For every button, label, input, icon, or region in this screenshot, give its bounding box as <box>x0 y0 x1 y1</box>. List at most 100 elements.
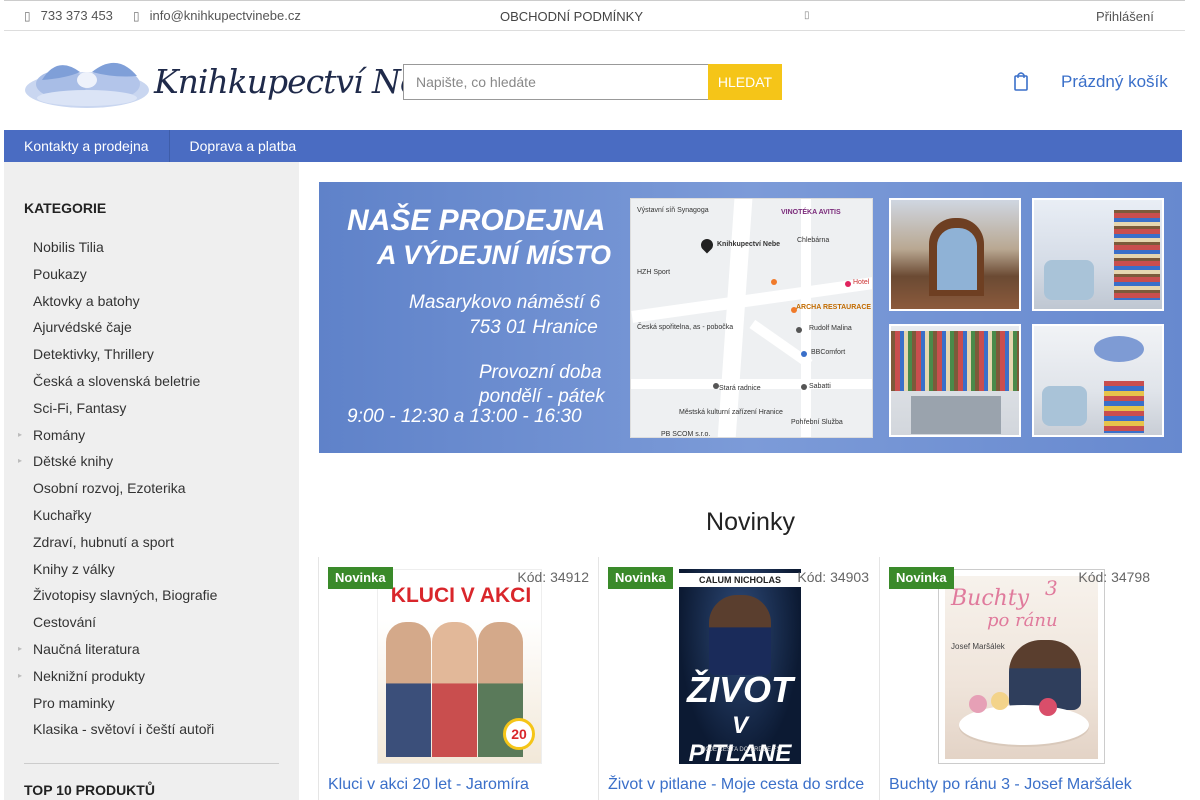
search-button[interactable]: HLEDAT <box>708 64 782 100</box>
map-label-synagoga: Výstavní síň Synagoga <box>637 207 709 214</box>
category-label: Dětské knihy <box>33 453 114 470</box>
email-contact[interactable]: ▯ info@knihkupectvinebe.cz <box>133 8 301 23</box>
category-label: Nobilis Tilia <box>33 239 104 255</box>
cover-title: ŽIVOT <box>687 669 793 710</box>
category-label: Detektivky, Thrillery <box>33 346 154 363</box>
product-cover[interactable]: Buchty 3 po ránu Josef Maršálek <box>938 569 1105 764</box>
cover-tagline: MOJE CESTA DO SRDCE F1 <box>700 747 780 753</box>
store-photo-interior-1 <box>1032 198 1164 311</box>
category-item[interactable]: Klasika - světoví i čeští autoři <box>4 716 299 743</box>
category-label: Klasika - světoví i čeští autoři <box>33 721 215 738</box>
map-label-hzh: HZH Sport <box>637 269 671 276</box>
banner-address-2: 753 01 Hranice <box>469 317 598 338</box>
expand-arrow-icon[interactable]: ▸ <box>18 422 22 448</box>
cart-icon[interactable] <box>1012 70 1030 92</box>
category-label: Osobní rozvoj, Ezoterika <box>33 480 186 497</box>
map-label-radnice: Stará radnice <box>719 385 761 392</box>
cover-title: Buchty <box>951 586 1030 611</box>
map-label-mkz: Městská kulturní zařízení Hranice <box>679 409 783 416</box>
category-label: Naučná literatura <box>33 640 140 657</box>
cart-label[interactable]: Prázdný košík <box>1061 72 1168 92</box>
mail-icon: ▯ <box>133 8 140 23</box>
category-item[interactable]: ▸ Neknižní produkty <box>4 663 299 690</box>
category-item[interactable]: Detektivky, Thrillery <box>4 341 299 368</box>
banner-title-2: A VÝDEJNÍ MÍSTO <box>377 240 612 270</box>
category-label: Neknižní produkty <box>33 667 146 684</box>
terms-link[interactable]: OBCHODNÍ PODMÍNKY <box>500 9 643 24</box>
phone-icon: ▯ <box>24 8 31 23</box>
product-code: Kód: 34903 <box>797 569 869 585</box>
product-card[interactable]: CALUM NICHOLAS ŽIVOT V PITLANE MOJE CEST… <box>598 557 879 800</box>
banner-hours-2: pondělí - pátek <box>479 386 605 407</box>
top10-heading: TOP 10 PRODUKTŮ <box>24 782 155 798</box>
category-item[interactable]: Životopisy slavných, Biografie <box>4 582 299 609</box>
category-item[interactable]: ▸ Romány <box>4 422 299 449</box>
sidebar-divider <box>24 763 279 764</box>
store-map: Knihkupectví Nebe Výstavní síň Synagoga … <box>630 198 873 438</box>
login-link[interactable]: Přihlášení <box>1096 9 1154 24</box>
email-address: info@knihkupectvinebe.cz <box>149 8 301 23</box>
store-banner[interactable]: NAŠE PRODEJNA A VÝDEJNÍ MÍSTO Masarykovo… <box>319 182 1182 453</box>
store-photo-interior-3 <box>1032 324 1164 437</box>
category-item[interactable]: Sci-Fi, Fantasy <box>4 395 299 422</box>
banner-title-1: NAŠE PRODEJNA <box>347 204 606 237</box>
map-label-bbcomfort: BBComfort <box>811 349 846 356</box>
categories-heading: KATEGORIE <box>24 200 107 216</box>
category-item[interactable]: ▸ Dětské knihy <box>4 448 299 475</box>
product-title[interactable]: Život v pitlane - Moje cesta do srdce <box>608 776 864 794</box>
category-item[interactable]: ▸ Naučná literatura <box>4 636 299 663</box>
language-icon[interactable]: ▯ <box>804 10 810 21</box>
product-cover[interactable]: CALUM NICHOLAS ŽIVOT V PITLANE MOJE CEST… <box>679 569 801 764</box>
phone-number: 733 373 453 <box>40 8 113 23</box>
cover-number: 3 <box>1045 576 1058 600</box>
map-label-pohrebni: Pohřební Služba <box>791 419 843 426</box>
category-label: Pro maminky <box>33 694 115 711</box>
category-item[interactable]: Ajurvédské čaje <box>4 314 299 341</box>
cover-title: KLUCI V AKCI <box>390 584 532 607</box>
banner-address-1: Masarykovo náměstí 6 <box>409 292 601 313</box>
category-item[interactable]: Česká a slovenská beletrie <box>4 368 299 395</box>
map-label-store: Knihkupectví Nebe <box>717 241 781 248</box>
category-label: Sci-Fi, Fantasy <box>33 399 127 416</box>
map-label-chlebarna: Chlebárna <box>797 237 830 244</box>
category-item[interactable]: Knihy z války <box>4 556 299 583</box>
logo[interactable]: Knihkupectví Nebe <box>22 50 458 110</box>
map-label-pbscom: PB SCOM s.r.o. <box>661 431 711 438</box>
novinky-heading: Novinky <box>706 508 795 536</box>
category-item[interactable]: Aktovky a batohy <box>4 288 299 315</box>
category-item[interactable]: Nobilis Tilia <box>4 234 299 261</box>
category-item[interactable]: Kuchařky <box>4 502 299 529</box>
product-code: Kód: 34912 <box>517 569 589 585</box>
category-label: Životopisy slavných, Biografie <box>33 587 218 604</box>
expand-arrow-icon[interactable]: ▸ <box>18 448 22 474</box>
product-card[interactable]: Buchty 3 po ránu Josef Maršálek Novinka … <box>879 557 1160 800</box>
banner-hours-3: 9:00 - 12:30 a 13:00 - 16:30 <box>347 406 582 427</box>
category-item[interactable]: Osobní rozvoj, Ezoterika <box>4 475 299 502</box>
category-item[interactable]: Pro maminky <box>4 690 299 717</box>
category-label: Ajurvédské čaje <box>33 319 132 336</box>
nav-item-contacts[interactable]: Kontakty a prodejna <box>4 130 170 162</box>
category-label: Aktovky a batohy <box>33 292 140 309</box>
expand-arrow-icon[interactable]: ▸ <box>18 663 22 689</box>
search-input[interactable] <box>403 64 709 100</box>
phone-contact[interactable]: ▯ 733 373 453 <box>24 8 113 23</box>
map-label-sabatti: Sabatti <box>809 383 831 390</box>
cover-author: Josef Maršálek <box>951 642 1005 651</box>
nav-item-shipping[interactable]: Doprava a platba <box>170 130 317 162</box>
product-title[interactable]: Kluci v akci 20 let - Jaromíra <box>328 776 529 794</box>
cover-badge: 20 <box>503 718 535 750</box>
map-label-archa: ARCHA RESTAURACE <box>796 304 872 311</box>
product-title[interactable]: Buchty po ránu 3 - Josef Maršálek <box>889 776 1132 794</box>
category-label: Česká a slovenská beletrie <box>33 372 201 389</box>
page: ▯ 733 373 453 ▯ info@knihkupectvinebe.cz… <box>0 0 1200 800</box>
map-label-malina: Rudolf Malina <box>809 325 852 332</box>
category-item[interactable]: Zdraví, hubnutí a sport <box>4 529 299 556</box>
product-card[interactable]: KLUCI V AKCI 20 Novinka Kód: 34912 Kluci… <box>318 557 599 800</box>
top-bar: ▯ 733 373 453 ▯ info@knihkupectvinebe.cz… <box>4 0 1185 31</box>
category-list: Nobilis Tilia Poukazy Aktovky a batohy Ajur… <box>4 234 299 743</box>
product-cover[interactable]: KLUCI V AKCI 20 <box>377 569 542 764</box>
category-item[interactable]: Cestování <box>4 609 299 636</box>
main-nav: Kontakty a prodejna Doprava a platba <box>4 130 1182 162</box>
category-item[interactable]: Poukazy <box>4 261 299 288</box>
expand-arrow-icon[interactable]: ▸ <box>18 636 22 662</box>
